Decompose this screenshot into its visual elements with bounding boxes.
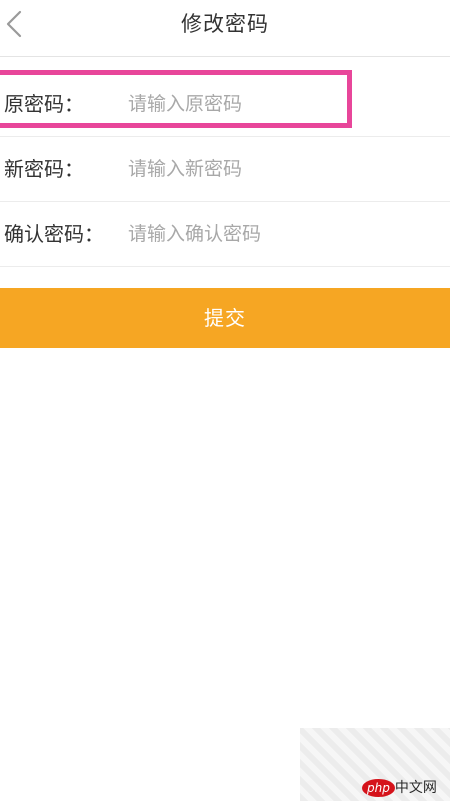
confirm-password-row: 确认密码： [0, 202, 450, 267]
old-password-input[interactable] [128, 86, 428, 122]
watermark-brand: php [362, 779, 395, 797]
confirm-password-input[interactable] [128, 216, 428, 252]
watermark-site: 中文网 [394, 780, 437, 796]
new-password-label: 新密码： [4, 157, 84, 181]
confirm-password-label: 确认密码： [4, 222, 104, 246]
password-form: 原密码： 新密码： 确认密码： [0, 72, 450, 267]
nav-divider [0, 56, 450, 57]
page-title: 修改密码 [181, 12, 269, 36]
watermark-logo: php 中文网 [362, 778, 437, 798]
submit-button[interactable]: 提交 [0, 288, 450, 348]
old-password-row: 原密码： [0, 72, 450, 137]
new-password-input[interactable] [128, 151, 428, 187]
new-password-row: 新密码： [0, 137, 450, 202]
nav-bar: 修改密码 [0, 0, 450, 48]
old-password-label: 原密码： [4, 92, 84, 116]
